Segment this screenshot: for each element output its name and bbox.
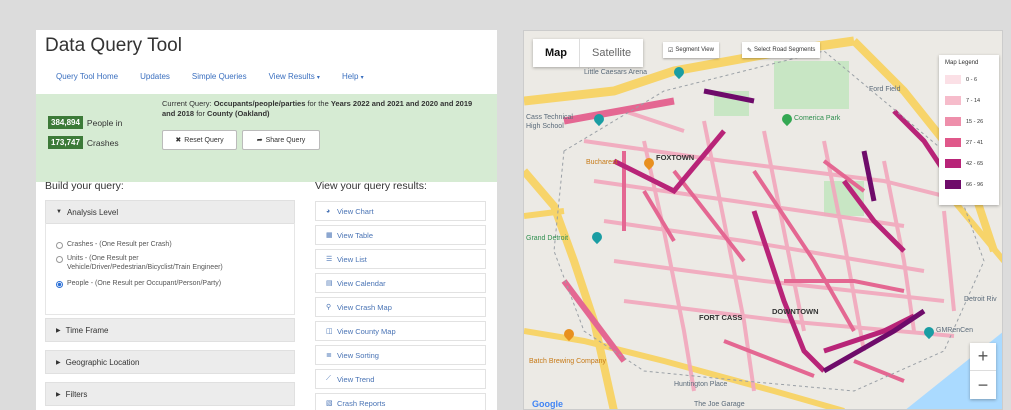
map-label-batch: Batch Brewing Company [529, 358, 607, 365]
analysis-level-header[interactable]: ▼ Analysis Level [45, 200, 295, 224]
map-label-huntington: Huntington Place [674, 381, 728, 388]
map-label-detroit-riv: Detroit Riv [964, 296, 997, 303]
app-title: Data Query Tool [45, 35, 182, 56]
zoom-in-button[interactable]: + [970, 343, 996, 371]
legend-swatch [945, 180, 961, 189]
legend-title: Map Legend [945, 60, 979, 66]
triangle-right-icon: ▶ [56, 391, 61, 398]
trend-icon: ⟋ [326, 375, 331, 382]
view-list-link[interactable]: ☰ View List [315, 249, 486, 269]
reset-query-button[interactable]: ✖ Reset Query [162, 130, 237, 150]
map-view-button[interactable]: Map [533, 39, 579, 67]
report-icon: ▧ [326, 400, 333, 407]
map-canvas[interactable] [524, 31, 1003, 410]
analysis-level-body: Crashes - (One Result per Crash) Units -… [45, 223, 295, 315]
view-table-link[interactable]: ▦ View Table [315, 225, 486, 245]
legend-swatch [945, 96, 961, 105]
triangle-down-icon: ▼ [56, 209, 62, 215]
triangle-right-icon: ▶ [56, 327, 61, 334]
legend-row: 27 - 41 [945, 138, 983, 147]
query-summary: 384,894 People in 173,747 Crashes Curren… [36, 94, 497, 182]
current-query-text: Current Query: Occupants/people/parties … [162, 99, 473, 118]
map-type-toggle: Map Satellite [533, 39, 644, 67]
view-chart-link[interactable]: ◕ View Chart [315, 201, 486, 221]
triangle-right-icon: ▶ [56, 359, 61, 366]
geographic-location-header[interactable]: ▶ Geographic Location [45, 350, 295, 374]
map-icon: ◫ [326, 328, 333, 335]
nav-view-results[interactable]: View Results ▾ [269, 72, 320, 81]
table-icon: ▦ [326, 232, 333, 239]
select-road-segments-button[interactable]: ✎ Select Road Segments [742, 42, 821, 58]
crashes-count: 173,747 [48, 136, 83, 149]
calendar-icon: ▤ [326, 280, 333, 287]
crashes-label: Crashes [86, 137, 119, 148]
radio-people[interactable]: People - (One Result per Occupant/Person… [56, 280, 221, 289]
map-label-fort-cass: FORT CASS [699, 313, 743, 322]
filters-header[interactable]: ▶ Filters [45, 382, 295, 406]
radio-button[interactable] [56, 242, 63, 249]
legend-row: 0 - 6 [945, 75, 977, 84]
map-label-comerica: Comerica Park [794, 115, 841, 122]
radio-units[interactable]: Units - (One Result per Vehicle/Driver/Pe… [56, 255, 223, 272]
checkbox-icon: ☑ [668, 47, 674, 54]
nav-updates[interactable]: Updates [140, 72, 170, 81]
nav-help[interactable]: Help ▾ [342, 72, 364, 81]
view-crash-map-link[interactable]: ⚲ View Crash Map [315, 297, 486, 317]
radio-button[interactable] [56, 256, 63, 263]
legend-row: 15 - 26 [945, 117, 983, 126]
results-heading: View your query results: [315, 180, 427, 192]
legend-row: 66 - 96 [945, 180, 983, 189]
view-trend-link[interactable]: ⟋ View Trend [315, 369, 486, 389]
crash-reports-link[interactable]: ▧ Crash Reports [315, 393, 486, 410]
pie-chart-icon: ◕ [326, 207, 331, 215]
nav-query-tool-home[interactable]: Query Tool Home [56, 72, 118, 81]
map-marker-icon: ⚲ [326, 304, 332, 311]
radio-button-selected[interactable] [56, 281, 63, 288]
build-query-heading: Build your query: [45, 180, 124, 192]
pencil-icon: ✎ [747, 47, 753, 54]
nav-simple-queries[interactable]: Simple Queries [192, 72, 247, 81]
park-area [774, 61, 849, 109]
share-query-button[interactable]: ➦ Share Query [242, 130, 320, 150]
legend-row: 42 - 65 [945, 159, 983, 168]
map-legend: Map Legend 0 - 6 7 - 14 15 - 26 27 - 41 … [939, 55, 999, 205]
radio-crashes[interactable]: Crashes - (One Result per Crash) [56, 241, 172, 250]
map-label-cass-tech: Cass Technical High School [526, 114, 573, 130]
legend-swatch [945, 159, 961, 168]
legend-swatch [945, 75, 961, 84]
crash-map[interactable]: Map Satellite ☑ Segment View ✎ Select Road… [523, 30, 1003, 410]
legend-swatch [945, 117, 961, 126]
map-label-bucharest: Bucharest [586, 159, 618, 166]
map-label-joe-garage: The Joe Garage [694, 401, 745, 408]
satellite-view-button[interactable]: Satellite [579, 39, 643, 67]
zoom-control: + − [970, 343, 996, 399]
sort-icon: ≣ [326, 352, 332, 359]
query-panel: Data Query Tool Query Tool Home Updates … [36, 30, 497, 410]
people-count: 384,894 [48, 116, 83, 129]
close-icon: ✖ [175, 137, 182, 144]
time-frame-header[interactable]: ▶ Time Frame [45, 318, 295, 342]
nav-bar: Query Tool Home Updates Simple Queries V… [56, 72, 386, 81]
segment-view-button[interactable]: ☑ Segment View [663, 42, 719, 58]
zoom-out-button[interactable]: − [970, 371, 996, 399]
crashes-stat: 173,747 Crashes [48, 136, 119, 149]
map-label-foxtown: FOXTOWN [656, 153, 695, 162]
google-logo: Google [532, 399, 563, 409]
share-icon: ➦ [256, 137, 263, 144]
map-label-ford-field: Ford Field [869, 86, 901, 93]
people-stat: 384,894 People in [48, 116, 122, 129]
map-label-downtown: DOWNTOWN [772, 307, 819, 316]
legend-swatch [945, 138, 961, 147]
caret-down-icon: ▾ [316, 75, 320, 81]
view-calendar-link[interactable]: ▤ View Calendar [315, 273, 486, 293]
legend-row: 7 - 14 [945, 96, 980, 105]
map-label-gmrencen: GMRenCen [936, 327, 973, 334]
people-label: People in [86, 117, 123, 128]
view-sorting-link[interactable]: ≣ View Sorting [315, 345, 486, 365]
list-icon: ☰ [326, 256, 333, 263]
map-label-little-caesars: Little Caesars Arena [584, 69, 648, 76]
view-county-map-link[interactable]: ◫ View County Map [315, 321, 486, 341]
map-label-grand-detroit: Grand Detroit [526, 235, 569, 242]
caret-down-icon: ▾ [360, 75, 364, 81]
